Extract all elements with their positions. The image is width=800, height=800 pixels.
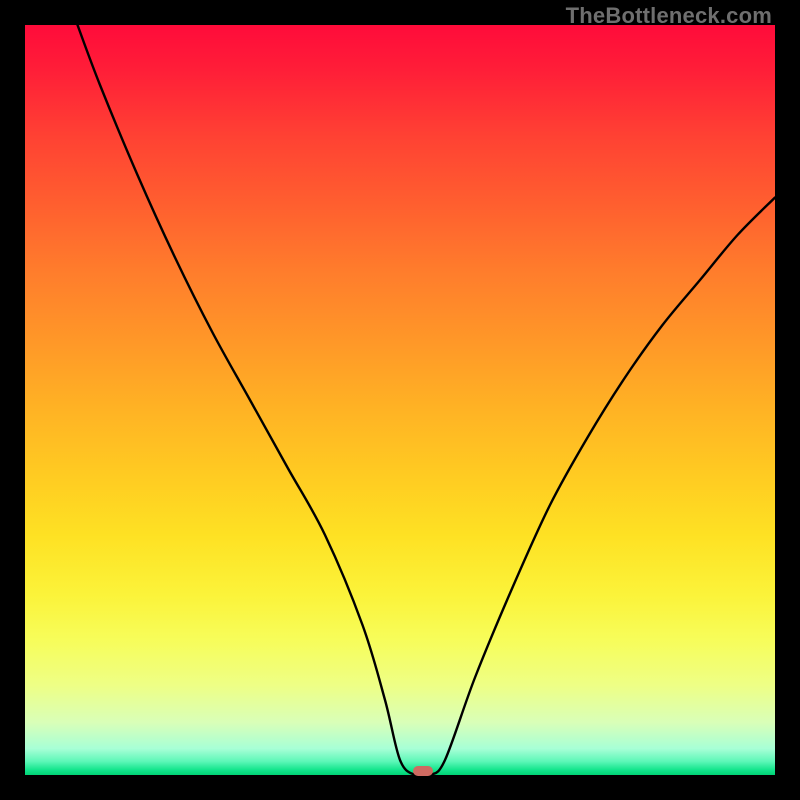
optimal-point-marker [413,766,433,776]
curve-path [78,25,776,775]
plot-area [25,25,775,775]
bottleneck-curve [25,25,775,775]
chart-frame: TheBottleneck.com [0,0,800,800]
watermark-text: TheBottleneck.com [566,3,772,29]
